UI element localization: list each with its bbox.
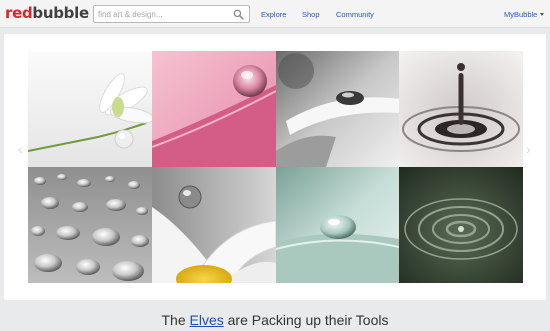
grey-petal-drop-image [276,51,399,167]
gallery-tile[interactable] [28,51,152,167]
gallery-grid [28,51,523,283]
logo-red-part: red [5,4,33,22]
caption-suffix: are Packing up their Tools [223,312,389,328]
caption-prefix: The [161,312,190,328]
artwork-title: The Elves are Packing up their Tools [0,311,550,329]
gallery-tile[interactable] [152,51,276,167]
search-input[interactable] [98,7,226,21]
redbubble-logo[interactable]: redbubble [5,4,89,22]
search-box [93,5,250,23]
snowdrop-image [28,51,152,167]
water-splash-image [399,51,523,167]
gallery-tile[interactable] [399,51,523,167]
chevron-right-icon[interactable]: › [526,142,531,156]
search-icon[interactable] [233,9,244,20]
account-menu[interactable]: MyBubble [504,10,537,19]
green-leaf-drop-image [276,167,399,283]
pink-petal-drop-image [152,51,276,167]
gallery-tile[interactable] [152,167,276,283]
gallery-tile[interactable] [399,167,523,283]
water-droplets-image [28,167,152,283]
gallery-tile[interactable] [276,167,399,283]
chevron-down-icon[interactable] [540,13,544,16]
gallery-tile[interactable] [28,167,152,283]
gallery-tile[interactable] [276,51,399,167]
logo-dark-part: bubble [32,4,89,22]
nav-community-link[interactable]: Community [336,10,374,19]
green-ripples-image [399,167,523,283]
nav-shop-link[interactable]: Shop [302,10,320,19]
daisy-drop-image [152,167,276,283]
nav-explore-link[interactable]: Explore [261,10,286,19]
chevron-left-icon[interactable]: ‹ [18,142,23,156]
elves-link[interactable]: Elves [190,312,224,328]
top-navigation-bar: redbubble Explore Shop Community MyBubbl… [0,0,550,28]
